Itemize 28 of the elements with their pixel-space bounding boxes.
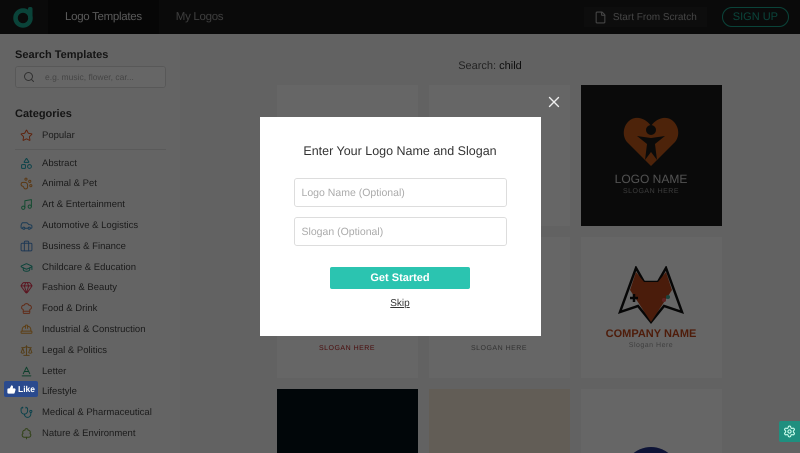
logo-name-text: COMPANY NAME [606,328,696,340]
search-result-label: Search: child [458,60,522,72]
category-link[interactable]: Industrial & Construction [42,324,146,336]
category-link[interactable]: Animal & Pet [42,178,97,190]
category-link[interactable]: Letter [42,366,66,377]
category-link[interactable]: Art & Entertainment [42,199,125,210]
text-input-field[interactable]: Logo Name (Optional) [294,178,506,207]
category-link[interactable]: Legal & Politics [42,344,107,356]
category-link[interactable]: Fashion & Beauty [42,282,117,294]
category-link[interactable]: Food & Drink [42,303,98,314]
category-link[interactable]: Automotive & Logistics [42,220,138,232]
category-link[interactable]: Business & Finance [42,240,126,252]
text-input-field[interactable]: Slogan (Optional) [294,217,506,246]
search-title: Search Templates [15,49,110,61]
sign-up-button[interactable]: SIGN UP [722,7,789,27]
nav-tab[interactable]: Logo Templates [48,0,159,34]
category-link[interactable]: Medical & Pharmaceutical [42,407,152,418]
skip-link[interactable]: Skip [390,298,410,309]
category-link[interactable]: Abstract [42,158,77,169]
category-link[interactable]: Lifestyle [42,386,77,398]
like-button[interactable]: Like [4,381,38,397]
categories-title: Categories [15,108,73,120]
category-link[interactable]: Popular [42,130,75,141]
category-link[interactable]: Nature & Environment [42,428,136,440]
get-started-button[interactable]: Get Started [330,267,470,289]
logo-name-text: LOGO NAME [614,172,688,186]
dialog-title: Enter Your Logo Name and Slogan [303,144,497,158]
category-link[interactable]: Childcare & Education [42,262,136,273]
